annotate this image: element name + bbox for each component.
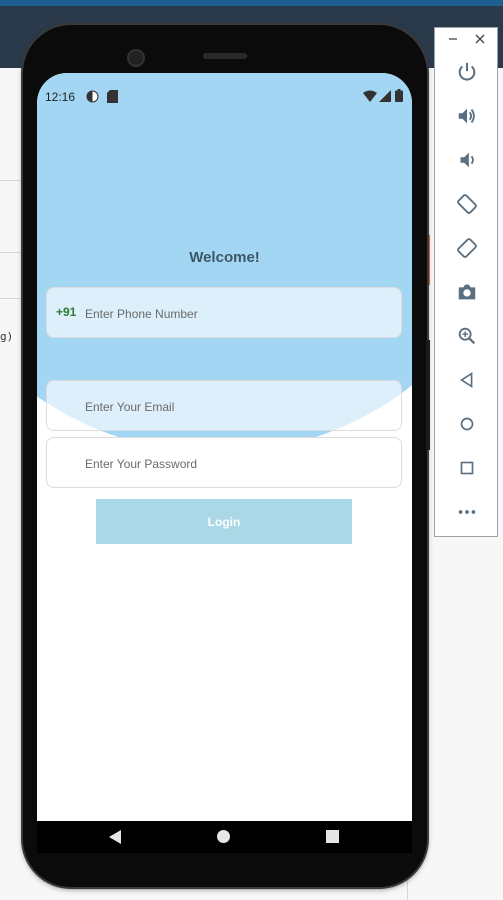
email-field[interactable] — [46, 380, 402, 432]
password-field[interactable] — [46, 437, 402, 489]
email-input[interactable] — [83, 381, 387, 432]
rotate-right-icon — [457, 238, 477, 258]
more-button[interactable] — [453, 498, 481, 526]
power-button[interactable] — [453, 58, 481, 86]
phone-screen: 12:16 Welcome! +91 Login — [37, 73, 412, 853]
rotate-right-button[interactable] — [453, 234, 481, 262]
home-icon — [460, 417, 474, 431]
host-code-fragment: g) — [0, 330, 14, 343]
overview-icon — [460, 461, 474, 475]
nav-home-icon[interactable] — [217, 830, 230, 843]
app-notification-icon — [86, 90, 99, 103]
zoom-button[interactable] — [453, 322, 481, 350]
back-button[interactable] — [453, 366, 481, 394]
volume-down-button[interactable] — [453, 146, 481, 174]
phone-number-field[interactable]: +91 — [46, 287, 402, 339]
close-icon[interactable] — [475, 34, 485, 44]
front-camera — [127, 49, 145, 67]
side-button — [426, 340, 430, 450]
volume-up-icon — [458, 108, 475, 124]
more-icon — [458, 510, 476, 514]
wifi-icon — [363, 90, 377, 102]
back-icon — [459, 372, 473, 388]
volume-up-button[interactable] — [453, 102, 481, 130]
camera-icon — [458, 284, 476, 300]
battery-icon — [395, 89, 403, 102]
emulator-toolbar — [434, 27, 498, 537]
sd-card-icon — [107, 90, 118, 103]
signal-icon — [379, 90, 391, 102]
rotate-left-button[interactable] — [453, 190, 481, 218]
overview-button[interactable] — [453, 454, 481, 482]
zoom-icon — [458, 327, 476, 345]
login-button[interactable]: Login — [96, 499, 352, 544]
screenshot-button[interactable] — [453, 278, 481, 306]
password-input[interactable] — [83, 438, 387, 489]
country-code: +91 — [56, 305, 77, 319]
status-time: 12:16 — [45, 90, 76, 104]
nav-overview-icon[interactable] — [326, 830, 339, 843]
power-icon — [458, 62, 476, 81]
phone-number-input[interactable] — [83, 288, 387, 339]
welcome-title: Welcome! — [189, 249, 260, 266]
rotate-left-icon — [457, 194, 477, 214]
minimize-icon[interactable] — [448, 34, 458, 44]
home-button[interactable] — [453, 410, 481, 438]
status-bar: 12:16 — [37, 73, 412, 119]
nav-back-icon[interactable] — [109, 830, 121, 844]
earpiece-speaker — [203, 53, 247, 59]
navigation-bar — [37, 821, 412, 853]
volume-down-icon — [460, 152, 474, 168]
